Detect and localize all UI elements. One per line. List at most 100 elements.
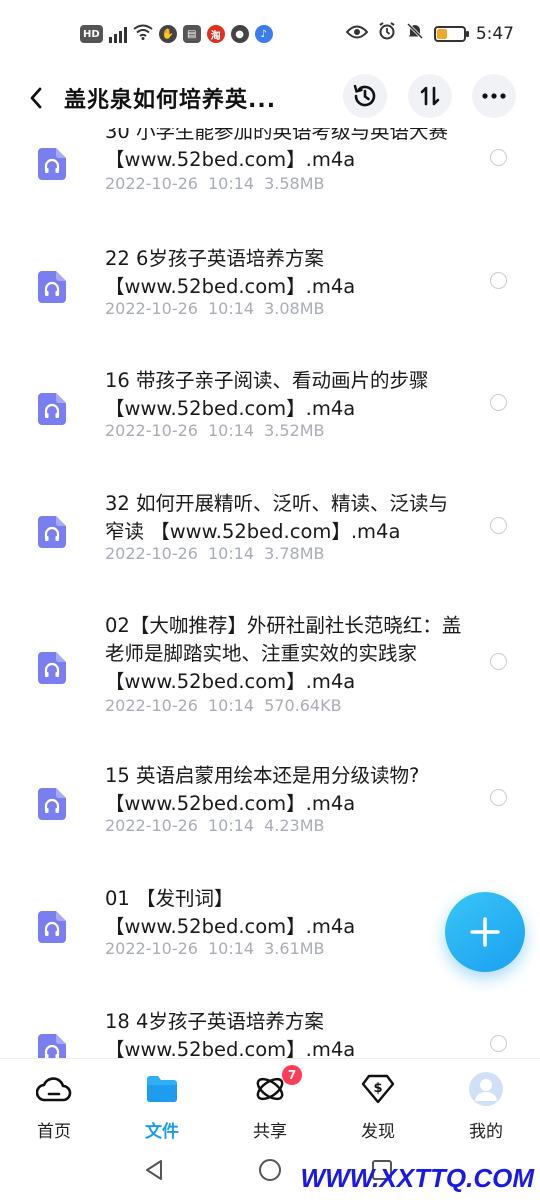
taobao-app-icon: 淘: [206, 25, 225, 43]
nav-home-label: 首页: [37, 1122, 71, 1142]
audio-file-icon: [38, 1033, 66, 1058]
chat-bubble-icon: ●: [230, 25, 249, 43]
select-radio[interactable]: [490, 516, 507, 534]
file-size: 570.64KB: [264, 696, 342, 716]
file-date: 2022-10-26: [105, 421, 198, 441]
file-size: 3.52MB: [264, 421, 325, 441]
status-icons-left: HD ✋ ▤ 淘 ● ♪: [80, 24, 273, 44]
sort-button[interactable]: [408, 74, 452, 118]
home-circle-icon[interactable]: [258, 1158, 282, 1182]
sort-icon: [420, 86, 440, 106]
file-name: 32 如何开展精听、泛听、精读、泛读与窄读 【www.52bed.com】.m4…: [105, 491, 449, 543]
file-size: 3.78MB: [264, 543, 325, 563]
nav-home[interactable]: 首页: [14, 1071, 94, 1142]
file-meta: 2022-10-26 10:14 570.64KB: [105, 696, 342, 715]
hand-app-icon: ✋: [158, 25, 177, 43]
audio-file-icon: [38, 393, 66, 426]
hd-indicator: HD: [80, 25, 103, 43]
signal-icon: [108, 25, 127, 43]
history-icon: [353, 84, 376, 107]
bottom-nav: 首页 文件 7 共享 $ 发现 我的: [0, 1058, 540, 1148]
clock-time: 5:47: [475, 23, 514, 44]
status-icons-right: 5:47: [345, 22, 514, 45]
audio-file-icon: [38, 910, 66, 943]
nav-discover-label: 发现: [361, 1122, 395, 1142]
audio-file-icon: [38, 148, 66, 180]
file-name: 01 【发刊词】 【www.52bed.com】.m4a: [105, 886, 356, 938]
select-radio[interactable]: [490, 271, 507, 289]
file-meta: 2022-10-26 10:14 3.52MB: [105, 421, 325, 440]
select-radio[interactable]: [490, 653, 507, 671]
file-name: 15 英语启蒙用绘本还是用分级读物?【www.52bed.com】.m4a: [105, 764, 420, 816]
audio-file-icon: [38, 270, 66, 303]
list-item[interactable]: 32 如何开展精听、泛听、精读、泛读与窄读 【www.52bed.com】.m4…: [0, 488, 540, 611]
file-time: 10:14: [207, 421, 255, 441]
nav-share[interactable]: 7 共享: [230, 1065, 310, 1142]
file-name: 16 带孩子亲子阅读、看动画片的步骤【www.52bed.com】.m4a: [105, 369, 429, 421]
mute-bell-icon: [406, 22, 424, 45]
file-name: 30 小学生能参加的英语考级与英语大赛 【www.52bed.com】.m4a: [105, 128, 449, 171]
more-button[interactable]: [472, 74, 516, 118]
select-radio[interactable]: [490, 394, 507, 412]
music-app-icon: ♪: [254, 25, 273, 43]
audio-file-icon: [38, 515, 66, 548]
file-time: 10:14: [207, 938, 255, 958]
file-meta: 2022-10-26 10:14 3.78MB: [105, 544, 325, 563]
file-time: 10:14: [207, 696, 255, 716]
header: 盖兆泉如何培养英...: [0, 68, 540, 128]
file-time: 10:14: [207, 174, 255, 193]
message-app-icon: ▤: [182, 25, 201, 43]
list-item[interactable]: 15 英语启蒙用绘本还是用分级读物?【www.52bed.com】.m4a 202…: [0, 760, 540, 883]
svg-text:$: $: [373, 1081, 382, 1096]
back-triangle-icon[interactable]: [142, 1158, 166, 1182]
alarm-icon: [378, 22, 396, 45]
list-item[interactable]: 16 带孩子亲子阅读、看动画片的步骤【www.52bed.com】.m4a 202…: [0, 365, 540, 488]
select-radio[interactable]: [490, 789, 507, 807]
nav-files-label: 文件: [145, 1122, 179, 1142]
file-date: 2022-10-26: [105, 174, 198, 193]
list-item[interactable]: 22 6岁孩子英语培养方案 【www.52bed.com】.m4a 2022-10…: [0, 243, 540, 366]
file-time: 10:14: [207, 298, 255, 318]
select-radio[interactable]: [490, 1034, 507, 1052]
nav-me[interactable]: 我的: [446, 1071, 526, 1142]
nav-discover[interactable]: $ 发现: [338, 1071, 418, 1142]
more-icon: [482, 93, 506, 99]
page-title: 盖兆泉如何培养英...: [64, 88, 277, 113]
add-button[interactable]: [445, 892, 525, 972]
nav-files[interactable]: 文件: [122, 1071, 202, 1142]
nav-me-label: 我的: [469, 1122, 503, 1142]
share-badge: 7: [282, 1065, 302, 1085]
file-size: 3.08MB: [264, 298, 325, 318]
file-date: 2022-10-26: [105, 543, 198, 563]
dollar-diamond-icon: $: [360, 1071, 396, 1107]
avatar: [468, 1071, 504, 1107]
cloud-icon: [36, 1071, 72, 1107]
file-name: 18 4岁孩子英语培养方案 【www.52bed.com】.m4a: [105, 1009, 356, 1058]
file-size: 3.61MB: [264, 938, 325, 958]
history-button[interactable]: [343, 74, 387, 118]
audio-file-icon: [38, 788, 66, 821]
nav-share-label: 共享: [253, 1122, 287, 1142]
audio-file-icon: [38, 652, 66, 685]
file-name: 02【大咖推荐】外研社副社长范晓红：盖老师是脚踏实地、注重实效的实践家 【www…: [105, 614, 462, 694]
battery-icon: [433, 25, 469, 42]
back-button[interactable]: [18, 80, 54, 116]
file-meta: 2022-10-26 10:14 3.08MB: [105, 299, 325, 318]
file-date: 2022-10-26: [105, 938, 198, 958]
list-item[interactable]: 02【大咖推荐】外研社副社长范晓红：盖老师是脚踏实地、注重实效的实践家 【www…: [0, 610, 540, 760]
status-bar: HD ✋ ▤ 淘 ● ♪ 5:47: [0, 0, 540, 68]
list-item[interactable]: 18 4岁孩子英语培养方案 【www.52bed.com】.m4a: [0, 1006, 540, 1058]
file-time: 10:14: [207, 816, 255, 836]
wifi-icon: [133, 24, 153, 44]
file-time: 10:14: [207, 543, 255, 563]
file-date: 2022-10-26: [105, 298, 198, 318]
select-radio[interactable]: [490, 149, 507, 166]
file-date: 2022-10-26: [105, 696, 198, 716]
chevron-left-icon: [30, 87, 42, 109]
file-meta: 2022-10-26 10:14 3.58MB: [105, 174, 325, 193]
file-meta: 2022-10-26 10:14 3.61MB: [105, 939, 325, 958]
file-name: 22 6岁孩子英语培养方案 【www.52bed.com】.m4a: [105, 246, 356, 298]
file-meta: 2022-10-26 10:14 4.23MB: [105, 816, 325, 835]
share-orbit-icon: 7: [252, 1065, 302, 1107]
list-item[interactable]: 30 小学生能参加的英语考级与英语大赛 【www.52bed.com】.m4a 2…: [0, 128, 540, 243]
